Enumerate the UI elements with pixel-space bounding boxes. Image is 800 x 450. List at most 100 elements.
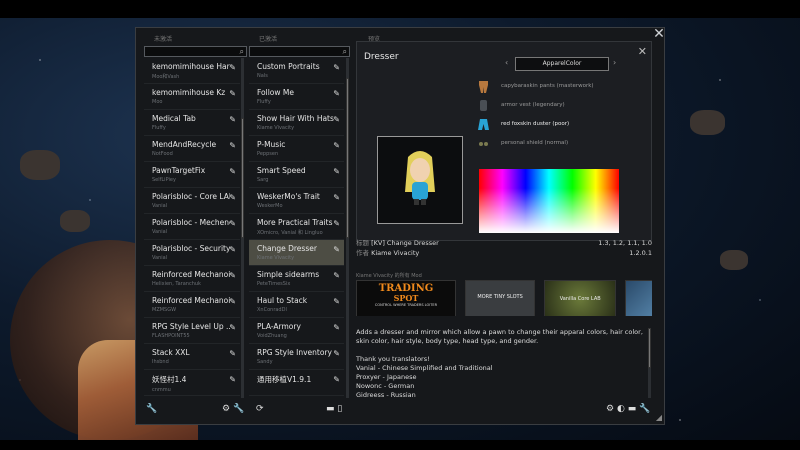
mod-list-item[interactable]: kemomimihouse Hard... Moo和Vash ✎ [144,58,240,84]
pin-icon[interactable]: ✎ [333,141,340,150]
mod-name: 妖怪村1.4 [152,375,187,384]
pin-icon[interactable]: ✎ [333,63,340,72]
vanilla-core-lab-thumbnail[interactable]: Vanilla Core LAB [544,280,617,316]
pawn-sprite [405,151,435,205]
color-picker[interactable] [479,169,619,233]
mod-author: Vanial [152,255,168,261]
pin-icon[interactable]: ✎ [229,349,236,358]
folder-icon[interactable]: ▬ [628,404,637,414]
mod-list-item[interactable]: Reinforced Mechanoi... Helixien, Taranchu… [144,266,240,292]
wrench-icon[interactable]: 🔧 [146,404,157,414]
pin-icon[interactable]: ✎ [229,167,236,176]
mod-list-item[interactable]: RPG Style Level Up ... FLASHPOINT55 ✎ [144,318,240,344]
pin-icon[interactable]: ✎ [229,63,236,72]
more-tiny-slots-thumbnail[interactable]: MORE TINY SLOTS [465,280,536,316]
mod-list-item[interactable]: PLA-Armory VoidZhuang ✎ [249,318,344,344]
mod-author: Moo [152,99,163,105]
pin-icon[interactable]: ✎ [333,323,340,332]
apparel-item[interactable]: personal shield (normal) [477,135,617,154]
mod-list-item[interactable]: Polarisbloc - Core LAB Vanial ✎ [144,188,240,214]
pin-icon[interactable]: ✎ [229,89,236,98]
active-search-input[interactable]: ⌕ [249,46,350,57]
mod-list-item[interactable]: 通用移植V1.9.1 ✎ [249,370,344,396]
chevron-right-icon[interactable]: › [613,57,616,69]
pin-icon[interactable]: ✎ [229,193,236,202]
pin-icon[interactable]: ✎ [333,375,340,384]
pin-icon[interactable]: ✎ [333,89,340,98]
mod-list-item[interactable]: P-Music Peppsen ✎ [249,136,344,162]
mod-manager-window: 未激活 ⌕ kemomimihouse Hard...Moo和Vash✎kemo… [135,27,665,425]
apparel-item[interactable]: capybaraskin pants (masterwork) [477,78,617,97]
mod-list-item[interactable]: kemomimihouse Kz Moo ✎ [144,84,240,110]
mod-author: Moo和Vash [152,74,180,80]
wrench-icon[interactable]: 🔧 [233,404,244,414]
apparel-item[interactable]: red foxskin duster (poor) [477,116,617,135]
pin-icon[interactable]: ✎ [333,167,340,176]
steam-icon[interactable]: ◐ [617,404,625,414]
mod-list-item[interactable]: Smart Speed Sarg ✎ [249,162,344,188]
mod-list-item[interactable]: Stack XXL Ihsbnd ✎ [144,344,240,370]
apparel-color-tab[interactable]: ApparelColor [515,57,609,71]
mod-list-item[interactable]: Haul to Stack XnConradDl ✎ [249,292,344,318]
pin-icon[interactable]: ✎ [229,115,236,124]
pin-icon[interactable]: ✎ [333,245,340,254]
gallery-header: Kiame Vivacity 的所有 Mod [356,273,422,279]
mid-footer-right: ▬ ▯ [326,403,342,415]
mod-list-item[interactable]: 妖怪村1.4 cnmmu ✎ [144,370,240,396]
mod-author: cnmmu [152,387,171,393]
mod-thumbnail[interactable] [625,280,652,316]
inactive-search-input[interactable]: ⌕ [144,46,247,57]
active-column: 已激活 ⌕ [249,36,350,57]
gear-icon[interactable]: ⚙ [606,404,614,414]
pin-icon[interactable]: ✎ [333,219,340,228]
mod-list-item[interactable]: More Practical Traits XOmicro, Vanial 和 L… [249,214,344,240]
chevron-left-icon[interactable]: ‹ [505,57,508,69]
pin-icon[interactable]: ✎ [229,141,236,150]
mod-list-item[interactable]: Medical Tab Fluffy ✎ [144,110,240,136]
mod-list-item[interactable]: PawnTargetFix SelfLiPiey ✎ [144,162,240,188]
trading-spot-thumbnail[interactable]: TRADING SPOT CONTROL WHERE TRADERS LOITE… [356,280,456,316]
pin-icon[interactable]: ✎ [229,323,236,332]
pin-icon[interactable]: ✎ [229,375,236,384]
close-icon[interactable]: ✕ [638,45,647,58]
mod-name: Change Dresser [257,244,317,253]
pin-icon[interactable]: ✎ [229,297,236,306]
active-scrollbar[interactable] [346,58,349,398]
mod-author: FLASHPOINT55 [152,333,190,339]
pin-icon[interactable]: ✎ [333,297,340,306]
wrench-icon[interactable]: 🔧 [639,404,650,414]
description-scrollbar[interactable] [648,328,651,398]
apparel-item[interactable]: armor vest (legendary) [477,97,617,116]
pin-icon[interactable]: ✎ [333,349,340,358]
mod-name: Polarisbloc - Mechene... [152,218,230,227]
mod-list-item[interactable]: Simple sidearms PeteTimesSix ✎ [249,266,344,292]
folder-icon[interactable]: ▬ [326,404,335,414]
mod-list-item[interactable]: Reinforced Mechanoi... MZMSGW ✎ [144,292,240,318]
mod-author: Fluffy [152,125,166,131]
resize-handle-icon[interactable]: ◢ [656,413,662,422]
pin-icon[interactable]: ✎ [229,219,236,228]
author-mods-gallery: Kiame Vivacity 的所有 Mod TRADING SPOT CONT… [356,272,652,316]
file-icon[interactable]: ▯ [337,404,342,414]
pin-icon[interactable]: ✎ [333,115,340,124]
mod-list-item[interactable]: RPG Style Inventory ... Sandy ✎ [249,344,344,370]
mod-list-item[interactable]: Change Dresser Kiame Vivacity ✎ [249,240,344,266]
pin-icon[interactable]: ✎ [333,193,340,202]
asteroid [20,150,60,180]
gear-icon[interactable]: ⚙ [222,404,230,414]
pin-icon[interactable]: ✎ [229,271,236,280]
mod-name: Polarisbloc - Security ... [152,244,230,253]
pin-icon[interactable]: ✎ [229,245,236,254]
window-close-icon[interactable]: ✕ [652,27,666,41]
mod-list-item[interactable]: MendAndRecycle NotFood ✎ [144,136,240,162]
refresh-icon[interactable]: ⟳ [256,404,264,414]
pin-icon[interactable]: ✎ [333,271,340,280]
mod-list-item[interactable]: Custom Portraits Nals ✎ [249,58,344,84]
inactive-scrollbar[interactable] [241,58,244,398]
asteroid [720,250,748,270]
mod-list-item[interactable]: Follow Me Fluffy ✎ [249,84,344,110]
mod-list-item[interactable]: Show Hair With Hats ... Kiame Vivacity ✎ [249,110,344,136]
mod-list-item[interactable]: Polarisbloc - Security ... Vanial ✎ [144,240,240,266]
mod-list-item[interactable]: Polarisbloc - Mechene... Vanial ✎ [144,214,240,240]
mod-list-item[interactable]: WeskerMo's Trait WeskerMo ✎ [249,188,344,214]
